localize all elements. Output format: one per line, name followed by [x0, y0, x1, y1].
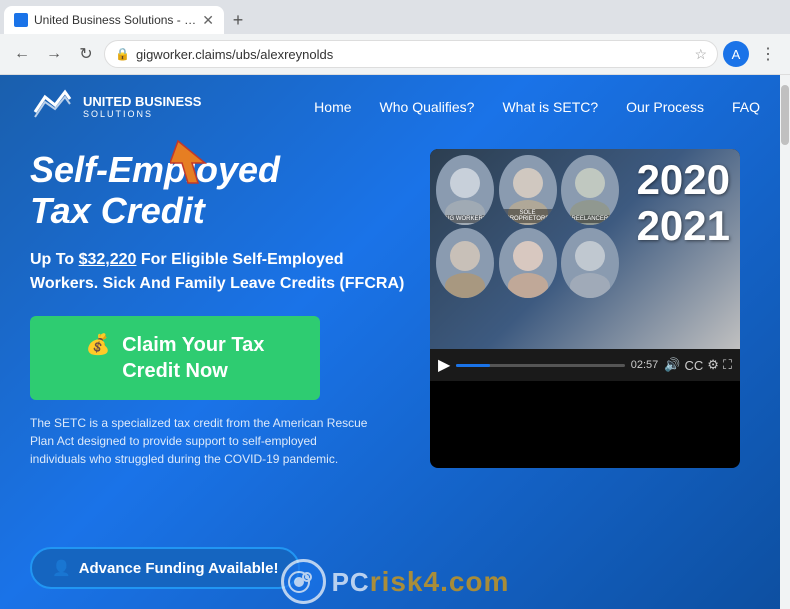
fullscreen-icon[interactable]: ⛶	[723, 357, 732, 373]
play-button[interactable]: ▶	[438, 355, 450, 375]
nav-home[interactable]: Home	[314, 99, 351, 115]
logo-text: UNITED BUSINESS SOLUTIONS	[83, 94, 201, 120]
video-people-grid: GIG WORKERS SOLE PROPRIETORS FREELANCERS	[430, 149, 627, 304]
tab-close-button[interactable]: ✕	[202, 12, 214, 29]
time-display: 02:57	[631, 359, 659, 371]
nav-our-process[interactable]: Our Process	[626, 99, 704, 115]
site-nav: UNITED BUSINESS SOLUTIONS Home Who Quali…	[0, 75, 790, 139]
new-tab-button[interactable]: +	[224, 6, 252, 34]
volume-icon[interactable]: 🔊	[664, 357, 680, 373]
url-text: gigworker.claims/ubs/alexreynolds	[136, 47, 688, 62]
person-5	[499, 228, 557, 298]
video-thumbnail: GIG WORKERS SOLE PROPRIETORS FREELANCERS	[430, 149, 740, 349]
video-player: GIG WORKERS SOLE PROPRIETORS FREELANCERS	[430, 149, 740, 468]
person-label: GIG WORKERS	[436, 215, 494, 223]
watermark-circle	[281, 559, 326, 604]
nav-links: Home Who Qualifies? What is SETC? Our Pr…	[314, 99, 760, 115]
person-freelancer: FREELANCERS	[561, 155, 619, 225]
page-content: UNITED BUSINESS SOLUTIONS Home Who Quali…	[0, 75, 790, 609]
watermark-logo: PCrisk4.com	[281, 559, 510, 604]
logo-icon	[30, 87, 75, 127]
person-body	[570, 273, 610, 298]
profile-avatar: A	[723, 41, 749, 67]
logo-name: UNITED BUSINESS	[83, 94, 201, 110]
person-body	[445, 273, 485, 298]
logo: UNITED BUSINESS SOLUTIONS	[30, 87, 201, 127]
bookmark-icon[interactable]: ☆	[694, 46, 707, 63]
person-head	[575, 241, 605, 271]
browser-chrome: United Business Solutions - Self... ✕ + …	[0, 0, 790, 75]
person-head	[513, 168, 543, 198]
logo-sub: SOLUTIONS	[83, 109, 201, 120]
settings-icon[interactable]: ⚙	[707, 357, 719, 373]
person-body	[508, 273, 548, 298]
toolbar-actions: A ⋮	[722, 40, 782, 68]
forward-button[interactable]: →	[40, 40, 68, 68]
person-sole-prop: SOLE PROPRIETORS	[499, 155, 557, 225]
hero-title-line2: Tax Credit	[30, 190, 205, 231]
cta-icon: 💰	[86, 334, 111, 356]
watermark: PCrisk4.com	[0, 529, 790, 609]
person-head	[513, 241, 543, 271]
nav-who-qualifies[interactable]: Who Qualifies?	[380, 99, 475, 115]
person-label: FREELANCERS	[561, 215, 619, 223]
profile-icon[interactable]: A	[722, 40, 750, 68]
cta-button[interactable]: 💰 Claim Your Tax Credit Now	[30, 316, 320, 400]
person-label: SOLE PROPRIETORS	[499, 209, 557, 223]
tab-favicon	[14, 13, 28, 27]
person-4	[436, 228, 494, 298]
progress-bar[interactable]	[456, 364, 624, 367]
nav-faq[interactable]: FAQ	[732, 99, 760, 115]
cc-icon[interactable]: CC	[684, 358, 703, 373]
video-controls: ▶ 02:57 🔊 CC ⚙ ⛶	[430, 349, 740, 381]
hero-left: Self-Employed Tax Credit Up To $32,220 F…	[30, 149, 410, 468]
person-gig-workers: GIG WORKERS	[436, 155, 494, 225]
watermark-domain: risk4.com	[370, 566, 510, 597]
cta-label: Claim Your Tax Credit Now	[122, 334, 264, 382]
hero-description: The SETC is a specialized tax credit fro…	[30, 414, 370, 468]
security-icon: 🔒	[115, 47, 130, 61]
hero-subtitle: Up To $32,220 For Eligible Self-Employed…	[30, 248, 410, 296]
person-head	[575, 168, 605, 198]
menu-icon[interactable]: ⋮	[754, 40, 782, 68]
back-button[interactable]: ←	[8, 40, 36, 68]
progress-fill	[456, 364, 490, 367]
watermark-prefix: PC	[332, 567, 370, 597]
tab-title: United Business Solutions - Self...	[34, 13, 196, 27]
address-bar[interactable]: 🔒 gigworker.claims/ubs/alexreynolds ☆	[104, 40, 718, 68]
tab-bar: United Business Solutions - Self... ✕ +	[0, 0, 790, 34]
person-head	[450, 241, 480, 271]
reload-button[interactable]: ↻	[72, 40, 100, 68]
nav-what-is-setc[interactable]: What is SETC?	[502, 99, 598, 115]
year-2020: 2020	[637, 157, 730, 203]
toolbar: ← → ↻ 🔒 gigworker.claims/ubs/alexreynold…	[0, 34, 790, 74]
active-tab[interactable]: United Business Solutions - Self... ✕	[4, 6, 224, 34]
watermark-text: PCrisk4.com	[332, 566, 510, 598]
hero-section: Self-Employed Tax Credit Up To $32,220 F…	[0, 139, 790, 468]
hero-title-line1: Self-Employed	[30, 149, 280, 190]
year-2021: 2021	[637, 203, 730, 249]
video-icons: 🔊 CC ⚙ ⛶	[664, 357, 732, 373]
video-year: 2020 2021	[627, 149, 740, 257]
person-head	[450, 168, 480, 198]
person-6	[561, 228, 619, 298]
